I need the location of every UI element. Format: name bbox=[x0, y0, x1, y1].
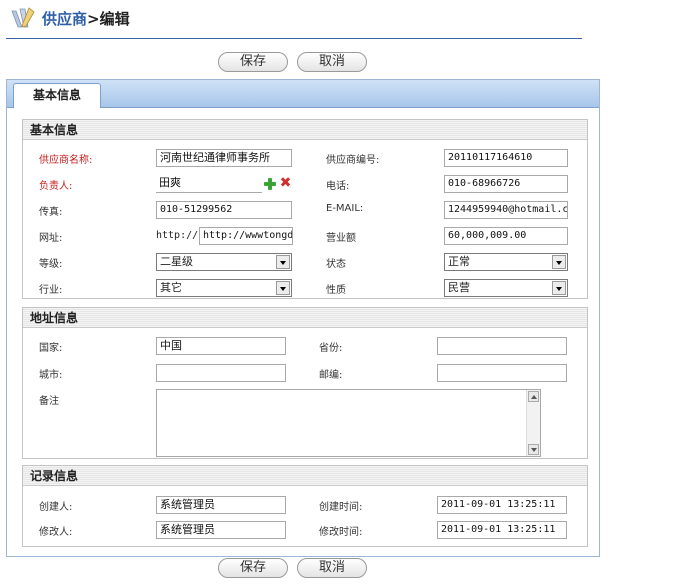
header-divider bbox=[6, 38, 582, 39]
modifier-label: 修改人: bbox=[39, 527, 73, 538]
email-label: E-MAIL: bbox=[326, 203, 364, 214]
fax-label: 传真: bbox=[39, 207, 63, 218]
revenue-input[interactable]: 60,000,009.00 bbox=[444, 227, 568, 245]
page-header: 供应商>编辑 bbox=[8, 4, 130, 32]
country-label: 国家: bbox=[39, 343, 63, 354]
tab-basic-info[interactable]: 基本信息 bbox=[13, 83, 101, 108]
remark-scrollbar[interactable] bbox=[526, 390, 540, 456]
nature-select[interactable]: 民营 bbox=[444, 279, 568, 297]
page-title: 供应商>编辑 bbox=[42, 8, 130, 29]
zip-label: 邮编: bbox=[319, 370, 343, 381]
pencil-logo-icon bbox=[8, 5, 36, 31]
grade-select[interactable]: 二星级 bbox=[156, 253, 292, 271]
province-input[interactable] bbox=[437, 337, 567, 355]
industry-select[interactable]: 其它 bbox=[156, 279, 292, 297]
save-button-top[interactable]: 保存 bbox=[218, 52, 288, 72]
fax-input[interactable]: 010-51299562 bbox=[156, 201, 292, 219]
province-label: 省份: bbox=[319, 343, 343, 354]
creator-input[interactable]: 系统管理员 bbox=[156, 496, 286, 514]
country-input[interactable]: 中国 bbox=[156, 337, 286, 355]
phone-input[interactable]: 010-68966726 bbox=[444, 175, 568, 193]
remark-textarea[interactable] bbox=[156, 389, 541, 457]
section-title: 记录信息 bbox=[23, 466, 587, 486]
creator-label: 创建人: bbox=[39, 502, 73, 513]
chevron-down-icon bbox=[276, 281, 290, 295]
section-record-info: 记录信息 创建人: 系统管理员 创建时间: 2011-09-01 13:25:1… bbox=[22, 465, 588, 547]
edit-panel: 基本信息 基本信息 供应商名称: 河南世纪通律师事务所 供应商编号: 20110… bbox=[6, 79, 600, 557]
owner-label: 负责人: bbox=[39, 181, 73, 192]
chevron-down-icon bbox=[276, 255, 290, 269]
breadcrumb-current: 编辑 bbox=[99, 9, 130, 28]
status-select-value: 正常 bbox=[448, 255, 470, 268]
zip-input[interactable] bbox=[437, 364, 567, 382]
tab-bar: 基本信息 bbox=[7, 80, 599, 108]
owner-input[interactable]: 田爽 bbox=[156, 175, 262, 193]
section-title: 基本信息 bbox=[23, 120, 587, 140]
status-select[interactable]: 正常 bbox=[444, 253, 568, 271]
section-basic-info: 基本信息 供应商名称: 河南世纪通律师事务所 供应商编号: 2011011716… bbox=[22, 119, 588, 299]
city-label: 城市: bbox=[39, 370, 63, 381]
chevron-down-icon bbox=[552, 281, 566, 295]
save-button-bottom[interactable]: 保存 bbox=[218, 558, 288, 578]
supplier-no-input[interactable]: 20110117164610 bbox=[444, 149, 568, 167]
website-input[interactable]: http://wwwtongda2 bbox=[199, 227, 293, 245]
section-title: 地址信息 bbox=[23, 308, 587, 328]
website-prefix: http:// bbox=[156, 230, 199, 241]
created-time-input[interactable]: 2011-09-01 13:25:11 bbox=[437, 496, 567, 514]
website-label: 网址: bbox=[39, 233, 63, 244]
city-input[interactable] bbox=[156, 364, 286, 382]
supplier-name-input[interactable]: 河南世纪通律师事务所 bbox=[156, 149, 292, 167]
section-address-info: 地址信息 国家: 中国 省份: 城市: 邮编: 备注 bbox=[22, 307, 588, 459]
supplier-no-label: 供应商编号: bbox=[326, 155, 380, 166]
grade-select-value: 二星级 bbox=[160, 255, 193, 268]
scroll-up-icon[interactable] bbox=[528, 391, 539, 402]
breadcrumb-separator: > bbox=[87, 9, 100, 28]
email-input[interactable]: 1244959940@hotmail.c bbox=[444, 201, 568, 219]
industry-label: 行业: bbox=[39, 285, 63, 296]
revenue-label: 营业额 bbox=[326, 233, 356, 244]
clear-owner-icon[interactable]: ✖ bbox=[279, 176, 292, 190]
cancel-button-bottom[interactable]: 取消 bbox=[297, 558, 367, 578]
nature-select-value: 民营 bbox=[448, 281, 470, 294]
breadcrumb-supplier-link[interactable]: 供应商 bbox=[42, 10, 87, 28]
remark-label: 备注 bbox=[39, 396, 59, 407]
modified-time-label: 修改时间: bbox=[319, 527, 363, 538]
supplier-name-label: 供应商名称: bbox=[39, 155, 93, 166]
cancel-button-top[interactable]: 取消 bbox=[297, 52, 367, 72]
industry-select-value: 其它 bbox=[160, 281, 182, 294]
add-owner-icon[interactable] bbox=[264, 178, 276, 190]
modified-time-input[interactable]: 2011-09-01 13:25:11 bbox=[437, 521, 567, 539]
scroll-down-icon[interactable] bbox=[528, 444, 539, 455]
grade-label: 等级: bbox=[39, 259, 63, 270]
modifier-input[interactable]: 系统管理员 bbox=[156, 521, 286, 539]
phone-label: 电话: bbox=[326, 181, 350, 192]
chevron-down-icon bbox=[552, 255, 566, 269]
nature-label: 性质 bbox=[326, 285, 346, 296]
status-label: 状态 bbox=[326, 259, 346, 270]
created-time-label: 创建时间: bbox=[319, 502, 363, 513]
